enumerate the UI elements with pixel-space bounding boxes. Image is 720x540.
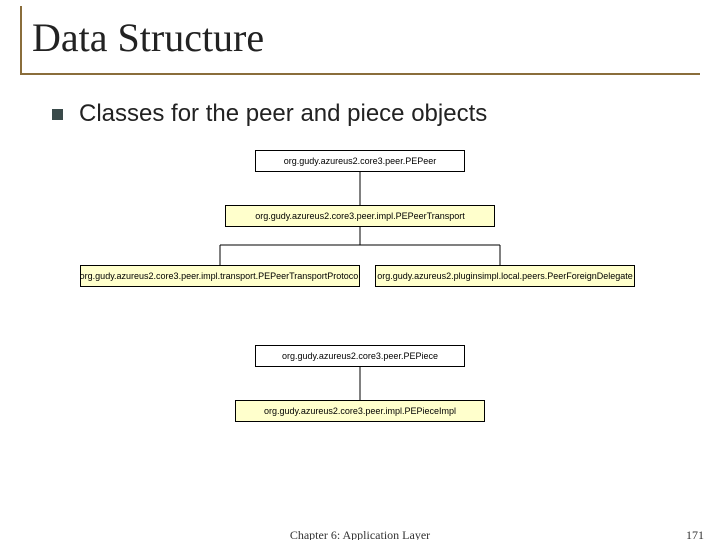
square-bullet-icon: [52, 109, 63, 120]
node-pepeertransportprotocol: org.gudy.azureus2.core3.peer.impl.transp…: [80, 265, 360, 287]
slide-title: Data Structure: [32, 14, 264, 61]
title-underline: [20, 73, 700, 75]
title-vertical-rule: [20, 6, 22, 73]
footer-page-number: 171: [686, 528, 704, 540]
node-pepieceimpl: org.gudy.azureus2.core3.peer.impl.PEPiec…: [235, 400, 485, 422]
footer-chapter: Chapter 6: Application Layer: [0, 528, 720, 540]
node-pepiece: org.gudy.azureus2.core3.peer.PEPiece: [255, 345, 465, 367]
node-pepeertransport: org.gudy.azureus2.core3.peer.impl.PEPeer…: [225, 205, 495, 227]
node-peerforeigndelegate: org.gudy.azureus2.pluginsimpl.local.peer…: [375, 265, 635, 287]
bullet-row: Classes for the peer and piece objects: [52, 100, 487, 128]
class-diagram: org.gudy.azureus2.core3.peer.PEPeer org.…: [80, 150, 640, 460]
node-pepeer: org.gudy.azureus2.core3.peer.PEPeer: [255, 150, 465, 172]
bullet-text: Classes for the peer and piece objects: [79, 100, 487, 128]
slide-container: Data Structure Classes for the peer and …: [0, 0, 720, 540]
